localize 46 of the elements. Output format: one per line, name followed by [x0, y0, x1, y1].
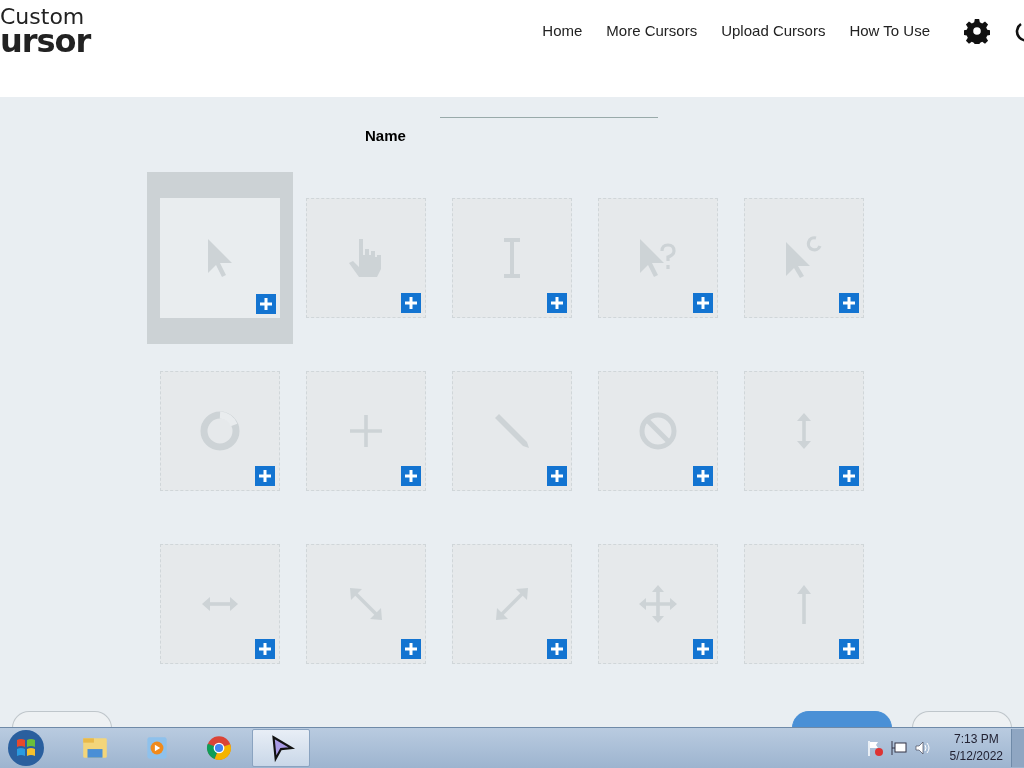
- add-button[interactable]: [839, 293, 859, 313]
- add-button[interactable]: [255, 639, 275, 659]
- cursor-icon: [201, 596, 239, 612]
- clock-time: 7:13 PM: [953, 731, 999, 748]
- cursor-icon: [349, 239, 383, 277]
- start-button[interactable]: [6, 728, 46, 768]
- volume-icon[interactable]: [913, 739, 932, 757]
- logo-text: ursor: [0, 25, 91, 57]
- cursor-icon: [350, 588, 382, 620]
- cursor-icon: [796, 412, 812, 450]
- flag-icon[interactable]: [865, 739, 884, 757]
- add-button[interactable]: [547, 466, 567, 486]
- cursor-icon: [502, 238, 522, 278]
- add-button[interactable]: [693, 639, 713, 659]
- taskbar-app[interactable]: [252, 729, 310, 767]
- nav-link[interactable]: Upload Cursors: [709, 16, 838, 45]
- add-button[interactable]: [839, 639, 859, 659]
- nav-link[interactable]: More Cursors: [594, 16, 710, 45]
- cursor-icon: [786, 236, 822, 280]
- add-button[interactable]: [547, 639, 567, 659]
- add-button[interactable]: [401, 639, 421, 659]
- cursor-icon: [640, 237, 676, 279]
- add-button[interactable]: [255, 466, 275, 486]
- logo-text: Custom: [0, 6, 86, 28]
- cursor-icon: [350, 415, 382, 447]
- clock-date: 5/12/2022: [949, 748, 1003, 765]
- add-button[interactable]: [256, 294, 276, 314]
- cursor-icon: [208, 239, 232, 277]
- nav-link[interactable]: Home: [530, 16, 595, 45]
- add-button[interactable]: [547, 293, 567, 313]
- add-button[interactable]: [401, 293, 421, 313]
- round-logo-icon: [204, 733, 234, 763]
- cursor-icon: [639, 585, 677, 623]
- add-button[interactable]: [693, 466, 713, 486]
- nav-link[interactable]: How To Use: [837, 16, 942, 45]
- settings-icon[interactable]: [964, 17, 990, 44]
- add-button[interactable]: [839, 466, 859, 486]
- cursor-icon: [639, 412, 677, 450]
- cursor-icon: [495, 414, 529, 448]
- cursor-icon: [796, 584, 812, 624]
- add-button[interactable]: [693, 293, 713, 313]
- cursor-icon: [496, 588, 528, 620]
- network-icon[interactable]: [889, 739, 908, 757]
- field-label: Name: [365, 127, 406, 144]
- add-button[interactable]: [401, 466, 421, 486]
- cursor-icon: [200, 411, 240, 451]
